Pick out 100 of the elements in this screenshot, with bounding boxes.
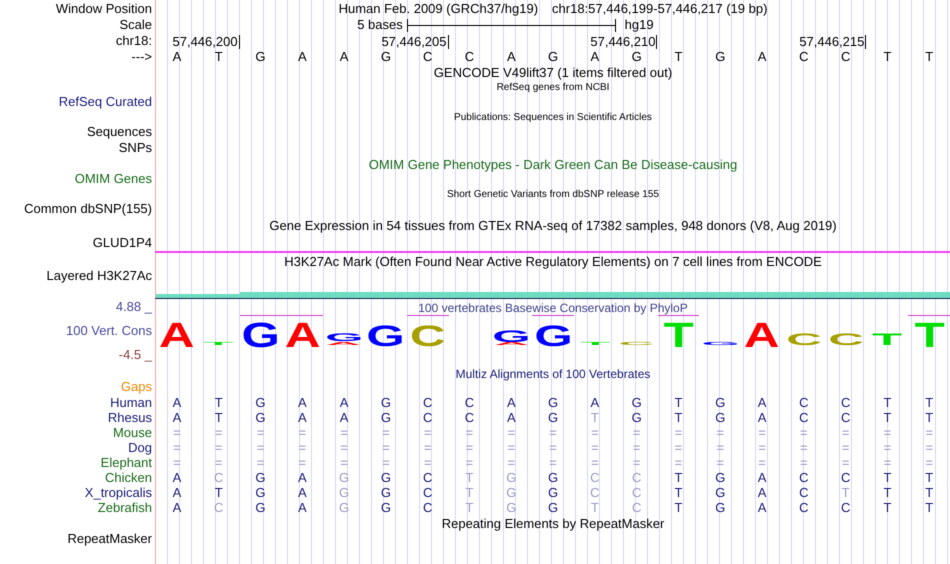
track-label[interactable]: SNPs (0, 140, 152, 156)
aligned-base: T (214, 485, 223, 500)
aligned-base: T (883, 395, 892, 410)
track-label[interactable]: RefSeq Curated (0, 94, 152, 110)
aligned-base: = (466, 455, 474, 470)
track-title: Publications: Sequences in Scientific Articles (454, 111, 652, 125)
scale-assembly: hg19 (624, 17, 654, 33)
aligned-base: C (632, 470, 642, 485)
logo-letter: A (744, 318, 780, 345)
aligned-base: = (758, 425, 766, 440)
aligned-base: = (298, 425, 306, 440)
aligned-base: C (840, 500, 850, 515)
logo-letter: G (492, 328, 530, 342)
aligned-base: A (172, 410, 182, 425)
aligned-base: T (925, 500, 934, 515)
ruler-tick: 57,446,215 (657, 35, 866, 49)
track-label[interactable]: 100 Vert. Cons (0, 323, 152, 339)
aligned-base: G (506, 470, 516, 485)
logo-letter: G (241, 318, 280, 345)
aligned-base: A (340, 410, 348, 425)
aligned-base: T (883, 485, 892, 500)
species-label: Dog (127, 440, 152, 455)
ruler-tick: 57,446,205 (240, 35, 449, 49)
aligned-base: C (464, 410, 474, 425)
aligned-base: = (549, 440, 557, 455)
aligned-base: = (507, 425, 516, 440)
aligned-base: = (884, 455, 892, 470)
aligned-base: C (214, 470, 224, 485)
aligned-base: T (925, 485, 934, 500)
aligned-base: = (591, 440, 599, 455)
species-label: Human (109, 395, 152, 410)
aligned-base: = (466, 440, 474, 455)
aligned-base: G (380, 500, 391, 515)
aligned-base: C (840, 410, 850, 425)
aligned-base: G (255, 470, 266, 485)
aligned-base: C (422, 410, 432, 425)
logo-letter: G (324, 332, 364, 342)
aligned-base: = (842, 455, 850, 470)
aligned-base: C (422, 470, 432, 485)
aligned-base: A (172, 470, 182, 485)
axis-min: -4.5 _ (118, 347, 152, 363)
aligned-base: G (255, 395, 266, 410)
aligned-base: G (380, 395, 391, 410)
aligned-base: = (340, 425, 348, 440)
base-letter: T (674, 49, 682, 65)
aligned-base: T (466, 500, 474, 515)
overline (532, 315, 574, 316)
base-letter: A (758, 49, 766, 65)
species-label: Rhesus (106, 410, 152, 425)
track-label[interactable]: RepeatMasker (0, 531, 152, 547)
logo-letter: C (828, 332, 864, 345)
aligned-base: T (674, 485, 682, 500)
track-label[interactable]: OMIM Genes (0, 171, 152, 187)
aligned-base: A (298, 395, 307, 410)
aligned-base: C (632, 485, 642, 500)
base-letter: C (840, 49, 850, 65)
logo-letter: A (284, 318, 320, 345)
aligned-base: T (590, 410, 599, 425)
aligned-base: G (548, 410, 558, 425)
aligned-base: T (883, 470, 892, 485)
aligned-base: G (506, 500, 516, 515)
aligned-base: = (256, 425, 264, 440)
aligned-base: A (758, 485, 766, 500)
base-letter: G (548, 49, 558, 65)
aligned-base: G (548, 395, 558, 410)
overline (658, 315, 700, 316)
aligned-base: = (173, 455, 181, 470)
aligned-base: C (799, 470, 809, 485)
aligned-base: C (840, 395, 850, 410)
aligned-base: G (255, 485, 266, 500)
aligned-base: T (466, 470, 474, 485)
aligned-base: T (674, 500, 682, 515)
track-label[interactable]: Layered H3K27Ac (0, 268, 152, 284)
logo-letter: G (366, 322, 406, 345)
aligned-base: T (925, 395, 934, 410)
axis-max: 4.88 _ (114, 299, 152, 315)
aligned-base: = (716, 440, 724, 455)
aligned-base: = (591, 455, 599, 470)
track-label: chr18: (114, 33, 152, 49)
aligned-base: G (380, 410, 391, 425)
aligned-base: T (674, 410, 682, 425)
base-letter: A (298, 49, 307, 65)
aligned-base: T (883, 500, 892, 515)
aligned-base: G (715, 395, 726, 410)
aligned-base: A (758, 470, 766, 485)
aligned-base: = (214, 455, 222, 470)
aligned-base: C (799, 395, 809, 410)
species-label: X_tropicalis (84, 485, 152, 500)
ruler-tick: 57,446,210 (448, 35, 658, 49)
track-label[interactable]: Sequences (0, 124, 152, 140)
aligned-base: A (298, 500, 307, 515)
track-label[interactable]: GLUD1P4 (0, 235, 152, 251)
track-label[interactable]: Common dbSNP(155) (0, 201, 152, 217)
aligned-base: = (716, 425, 724, 440)
aligned-base: = (549, 455, 557, 470)
aligned-base: T (674, 395, 682, 410)
aligned-base: G (548, 470, 558, 485)
base-letter: G (632, 49, 642, 65)
aligned-base: A (758, 410, 766, 425)
aligned-base: G (548, 485, 558, 500)
